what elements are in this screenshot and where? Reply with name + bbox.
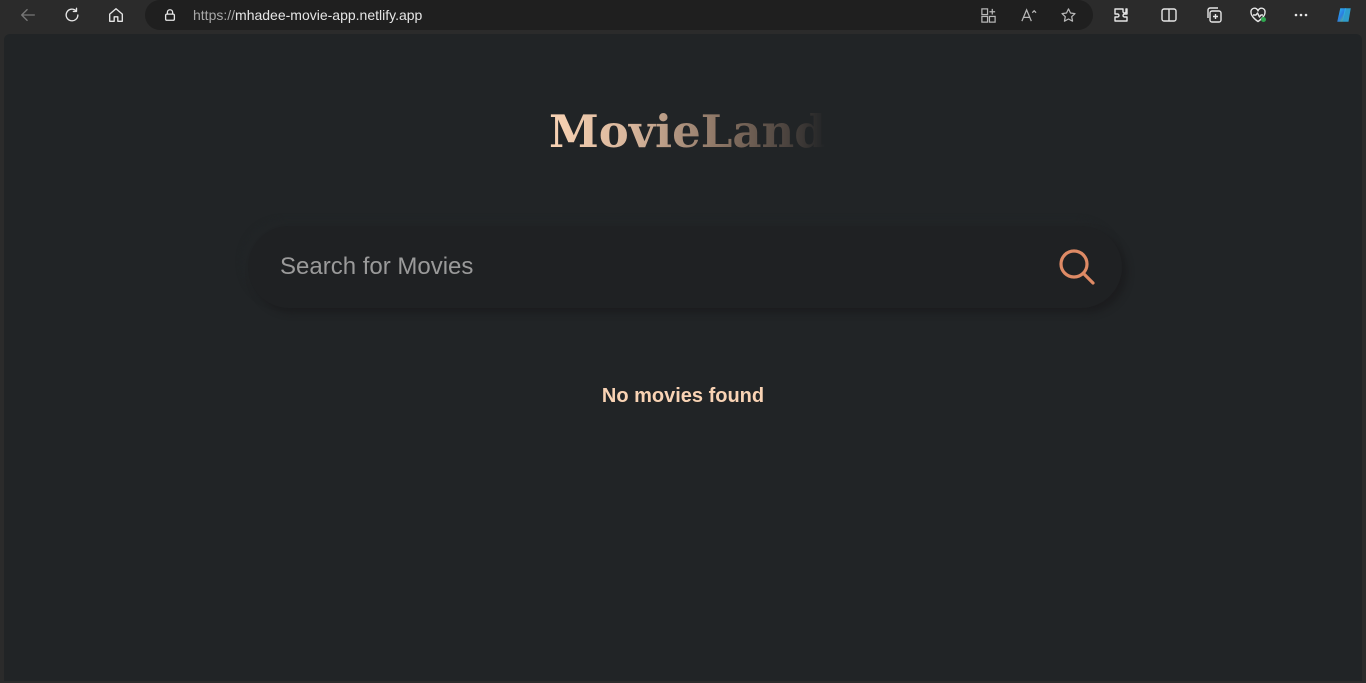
home-button[interactable] — [103, 3, 129, 27]
back-button[interactable] — [15, 3, 41, 27]
app-title-text: MovieLand — [549, 102, 826, 162]
url-scheme: https:// — [193, 7, 236, 23]
collections-icon[interactable] — [1202, 4, 1226, 26]
browser-toolbar: https://mhadee-movie-app.netlify.app — [0, 0, 1366, 30]
search-input[interactable] — [280, 246, 1040, 288]
url-host: mhadee-movie-app.netlify.app — [235, 7, 423, 23]
favorite-star-icon[interactable] — [1057, 5, 1079, 25]
url-text[interactable]: https://mhadee-movie-app.netlify.app — [193, 7, 422, 23]
app-title: MovieLand — [549, 102, 826, 162]
read-aloud-icon[interactable] — [1017, 5, 1039, 25]
extensions-icon[interactable] — [1109, 4, 1133, 26]
copilot-icon[interactable] — [1331, 4, 1357, 26]
refresh-icon — [65, 7, 79, 22]
app-available-icon[interactable] — [977, 5, 999, 25]
split-screen-icon[interactable] — [1157, 4, 1181, 26]
search-bar — [248, 226, 1122, 308]
search-icon[interactable] — [1056, 246, 1098, 288]
empty-state-message: No movies found — [601, 385, 765, 407]
address-bar[interactable]: https://mhadee-movie-app.netlify.app — [145, 0, 1093, 30]
page-viewport: MovieLand No movies found — [4, 34, 1362, 681]
more-options-icon[interactable] — [1289, 4, 1313, 26]
home-icon — [109, 8, 123, 22]
lock-icon[interactable] — [161, 6, 179, 24]
browser-essentials-icon[interactable] — [1246, 4, 1270, 26]
refresh-button[interactable] — [59, 3, 85, 27]
back-icon — [21, 8, 35, 22]
